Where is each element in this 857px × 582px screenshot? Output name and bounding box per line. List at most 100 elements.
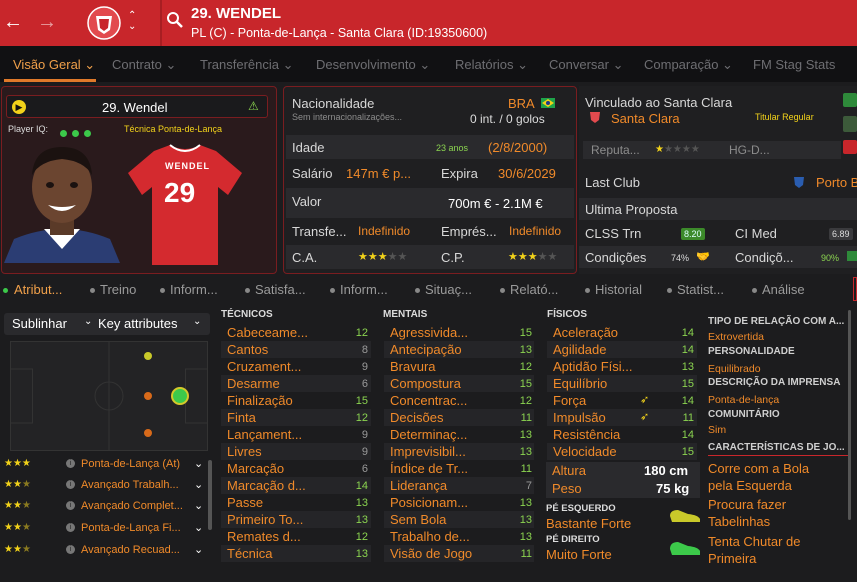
technical-attribute-name[interactable]: Finta	[227, 410, 256, 425]
position-row[interactable]: ★★★ i Ponta-de-Lança (At) ⌄	[4, 458, 210, 478]
tab-stag-stats[interactable]: FM Stag Stats	[753, 57, 835, 72]
info-icon[interactable]: i	[66, 501, 75, 510]
mental-attribute-name[interactable]: Liderança	[390, 478, 447, 493]
search-icon[interactable]	[166, 11, 184, 29]
technical-attribute-name[interactable]: Desarme	[227, 376, 280, 391]
physical-attribute-value: 15	[681, 446, 694, 458]
technical-attribute-name[interactable]: Remates d...	[227, 529, 301, 544]
technical-attribute-name[interactable]: Cantos	[227, 342, 268, 357]
club-crest-icon[interactable]	[86, 4, 122, 42]
technical-attribute-name[interactable]: Cruzament...	[227, 359, 301, 374]
expires-value[interactable]: 30/6/2029	[498, 166, 556, 181]
chevron-down-icon[interactable]: ⌄	[194, 457, 203, 470]
mental-attribute-name[interactable]: Bravura	[390, 359, 436, 374]
chevron-down-icon[interactable]: ⌄	[193, 316, 201, 327]
relation-label: TIPO DE RELAÇÃO COM A...	[708, 316, 845, 327]
technical-attribute-name[interactable]: Cabeceame...	[227, 325, 308, 340]
info-scrollbar[interactable]	[848, 310, 851, 520]
physical-attribute-name[interactable]: Resistência	[553, 427, 620, 442]
physical-attribute-name[interactable]: Aceleração	[553, 325, 618, 340]
subtab-info1[interactable]: Inform...	[170, 282, 218, 297]
chevron-down-icon[interactable]: ⌄	[84, 316, 92, 327]
technical-attribute-name[interactable]: Finalização	[227, 393, 293, 408]
mental-attribute-value: 11	[520, 412, 532, 424]
handshake-icon: 🤝	[696, 251, 710, 263]
physical-attribute-name[interactable]: Velocidade	[553, 444, 617, 459]
tab-development[interactable]: Desenvolvimento ⌄	[316, 57, 430, 73]
warning-icon[interactable]: ⚠	[248, 99, 259, 113]
info-icon[interactable]: i	[66, 545, 75, 554]
hg-label: HG-D...	[729, 143, 770, 157]
chevron-down-icon[interactable]: ⌄	[194, 478, 203, 491]
club-name[interactable]: Santa Clara	[611, 111, 680, 126]
subtab-training[interactable]: Treino	[100, 282, 136, 297]
personality-label: PERSONALIDADE	[708, 346, 795, 357]
salary-value[interactable]: 147m € p...	[346, 166, 411, 181]
technical-attribute-name[interactable]: Livres	[227, 444, 262, 459]
position-row[interactable]: ★★★ i Avançado Complet... ⌄	[4, 500, 210, 520]
reputation-label: Reputa...	[591, 143, 640, 157]
physical-attribute-name[interactable]: Impulsão	[553, 410, 606, 425]
technical-attribute-name[interactable]: Lançament...	[227, 427, 302, 442]
mental-attribute-name[interactable]: Determinaç...	[390, 427, 467, 442]
tab-overview[interactable]: Visão Geral ⌄	[13, 57, 95, 73]
back-arrow-icon[interactable]: ←	[2, 10, 24, 34]
forward-arrow-icon[interactable]: →	[36, 10, 58, 34]
chevron-down-icon[interactable]: ⌄	[194, 521, 203, 534]
mental-attribute-name[interactable]: Decisões	[390, 410, 443, 425]
subtab-situation[interactable]: Situaç...	[425, 282, 472, 297]
technical-attribute-name[interactable]: Técnica	[227, 546, 273, 561]
mental-attribute-name[interactable]: Compostura	[390, 376, 461, 391]
subtab-satisfaction[interactable]: Satisfa...	[255, 282, 306, 297]
mental-attribute-name[interactable]: Visão de Jogo	[390, 546, 472, 561]
tab-contract[interactable]: Contrato ⌄	[112, 57, 176, 73]
info-icon[interactable]: i	[66, 459, 75, 468]
mental-attribute-name[interactable]: Sem Bola	[390, 512, 446, 527]
subtab-analysis[interactable]: Análise	[762, 282, 805, 297]
tab-transfer[interactable]: Transferência ⌄	[200, 57, 294, 73]
position-row[interactable]: ★★★ i Avançado Recuad... ⌄	[4, 544, 210, 564]
physical-attribute-name[interactable]: Força	[553, 393, 586, 408]
up-down-chevrons-icon[interactable]: ⌃ ⌄	[128, 10, 136, 32]
physical-attribute-name[interactable]: Aptidão Físi...	[553, 359, 632, 374]
subtab-reports[interactable]: Relató...	[510, 282, 558, 297]
transfer-value[interactable]: Indefinido	[358, 224, 410, 238]
mental-attribute-name[interactable]: Imprevisibil...	[390, 444, 466, 459]
mental-attribute-value: 13	[519, 429, 532, 441]
subtab-attributes[interactable]: Atribut...	[14, 282, 62, 297]
loan-value[interactable]: Indefinido	[509, 224, 561, 238]
technical-attribute-name[interactable]: Passe	[227, 495, 263, 510]
subtab-info2[interactable]: Inform...	[340, 282, 388, 297]
left-foot-label: PÉ ESQUERDO	[546, 503, 616, 514]
subtab-history[interactable]: Historial	[595, 282, 642, 297]
info-icon[interactable]: i	[66, 523, 75, 532]
info-icon[interactable]: i	[66, 480, 75, 489]
mental-attribute-name[interactable]: Posicionam...	[390, 495, 468, 510]
technical-attribute-name[interactable]: Primeiro To...	[227, 512, 303, 527]
positions-scrollbar[interactable]	[208, 460, 212, 530]
physical-attribute-name[interactable]: Equilíbrio	[553, 376, 607, 391]
tab-comparison[interactable]: Comparação ⌄	[644, 57, 733, 73]
subtab-overflow[interactable]	[853, 277, 857, 301]
position-row[interactable]: ★★★ i Avançado Trabalh... ⌄	[4, 479, 210, 499]
key-attributes-dropdown[interactable]: Key attributes	[98, 316, 178, 331]
mental-attribute-name[interactable]: Trabalho de...	[390, 529, 470, 544]
mental-attribute-name[interactable]: Índice de Tr...	[390, 461, 468, 476]
mental-attribute-name[interactable]: Antecipação	[390, 342, 462, 357]
value-amount[interactable]: 700m € - 2.1M €	[448, 196, 543, 211]
position-row[interactable]: ★★★ i Ponta-de-Lança Fi... ⌄	[4, 522, 210, 542]
technical-attribute-name[interactable]: Marcação d...	[227, 478, 306, 493]
physical-attribute-name[interactable]: Agilidade	[553, 342, 607, 357]
chevron-down-icon[interactable]: ⌄	[194, 543, 203, 556]
mental-attribute-name[interactable]: Concentrac...	[390, 393, 467, 408]
mental-attribute-name[interactable]: Agressivida...	[390, 325, 468, 340]
subtab-stats[interactable]: Statist...	[677, 282, 724, 297]
last-club-value[interactable]: Porto B	[816, 175, 857, 190]
conditions-label: Condições	[585, 250, 647, 265]
tab-reports[interactable]: Relatórios ⌄	[455, 57, 528, 73]
nationality-value[interactable]: BRA	[508, 96, 535, 111]
tab-talk[interactable]: Conversar ⌄	[549, 57, 623, 73]
chevron-down-icon[interactable]: ⌄	[194, 499, 203, 512]
highlight-dropdown[interactable]: Sublinhar	[12, 316, 67, 331]
technical-attribute-name[interactable]: Marcação	[227, 461, 284, 476]
